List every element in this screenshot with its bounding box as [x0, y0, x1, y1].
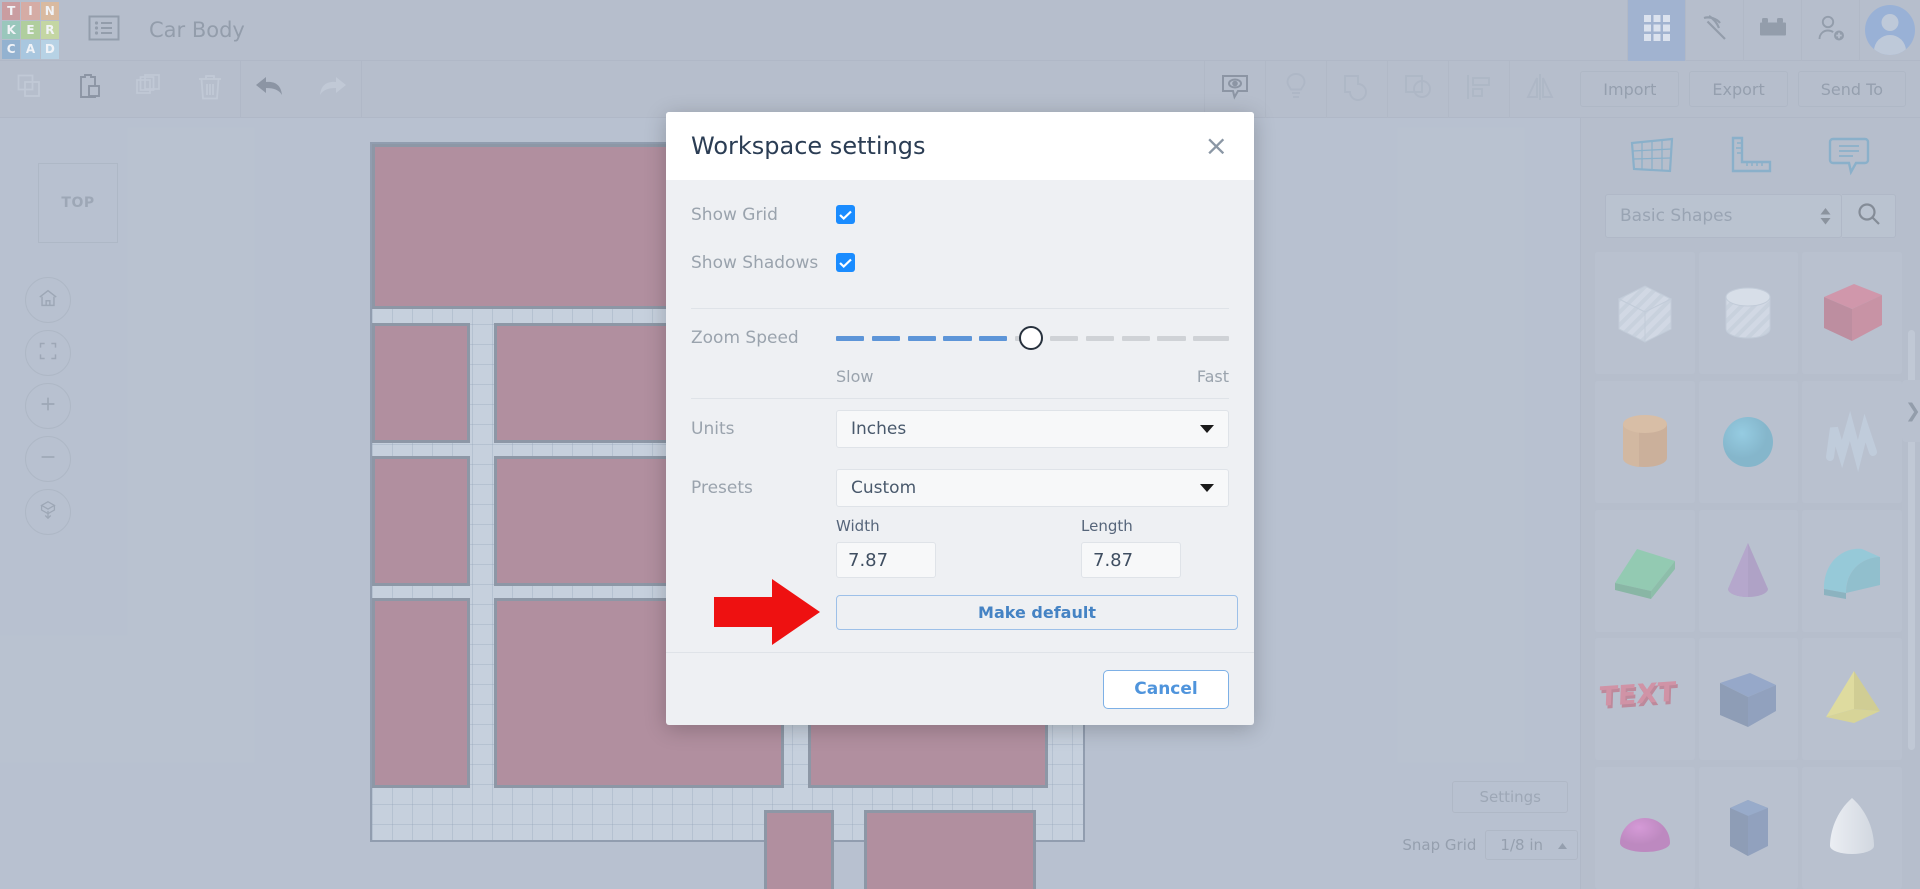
dialog-footer: Cancel [666, 652, 1254, 725]
width-input[interactable]: 7.87 [836, 542, 936, 578]
cancel-button[interactable]: Cancel [1103, 669, 1229, 709]
zoom-speed-row: Zoom Speed [691, 309, 1229, 367]
slider-segment [1050, 335, 1079, 341]
units-row: Units Inches [691, 399, 1229, 459]
width-label: Width [836, 517, 880, 535]
show-shadows-checkbox[interactable] [836, 253, 855, 272]
length-group: Length 7.87 [1081, 517, 1181, 578]
slider-track[interactable] [836, 326, 1229, 350]
slider-segment [1157, 335, 1186, 341]
slider-slow-label: Slow [836, 367, 874, 386]
length-input[interactable]: 7.87 [1081, 542, 1181, 578]
dialog-header: Workspace settings × [666, 112, 1254, 180]
presets-label: Presets [691, 478, 753, 498]
red-pointer-arrow [714, 577, 822, 651]
slider-segment [1121, 335, 1150, 341]
units-value: Inches [851, 419, 907, 439]
zoom-speed-slider[interactable] [836, 318, 1229, 358]
length-label: Length [1081, 517, 1133, 535]
slider-segment [836, 335, 865, 341]
make-default-button[interactable]: Make default [836, 595, 1238, 630]
slider-segment [907, 335, 936, 341]
width-group: Width 7.87 [836, 517, 936, 578]
tinkercad-app: TOP [0, 0, 1920, 889]
close-icon[interactable]: × [1205, 132, 1228, 160]
presets-row: Presets Custom [691, 459, 1229, 517]
slider-segment [1193, 335, 1229, 341]
slider-segment [979, 335, 1008, 341]
units-label: Units [691, 419, 735, 439]
slider-segment [943, 335, 972, 341]
show-grid-checkbox[interactable] [836, 205, 855, 224]
show-shadows-row: Show Shadows [691, 235, 1229, 290]
dialog-body: Show Grid Show Shadows Zoom Speed Slow F… [666, 180, 1254, 630]
slider-end-labels: Slow Fast [691, 367, 1229, 398]
slider-thumb[interactable] [1018, 326, 1043, 350]
chevron-down-icon [1200, 425, 1214, 433]
slider-fast-label: Fast [1196, 367, 1229, 386]
show-shadows-label: Show Shadows [691, 252, 819, 273]
slider-segment [1085, 335, 1115, 341]
dialog-title: Workspace settings [691, 132, 926, 160]
presets-select[interactable]: Custom [836, 469, 1229, 507]
dimensions-row: Width 7.87 Length 7.87 [691, 517, 1229, 578]
units-select[interactable]: Inches [836, 410, 1229, 448]
show-grid-row: Show Grid [691, 180, 1229, 235]
slider-segment [871, 335, 901, 341]
chevron-down-icon [1200, 484, 1214, 492]
presets-value: Custom [851, 478, 917, 498]
zoom-speed-label: Zoom Speed [691, 328, 799, 348]
show-grid-label: Show Grid [691, 204, 778, 225]
